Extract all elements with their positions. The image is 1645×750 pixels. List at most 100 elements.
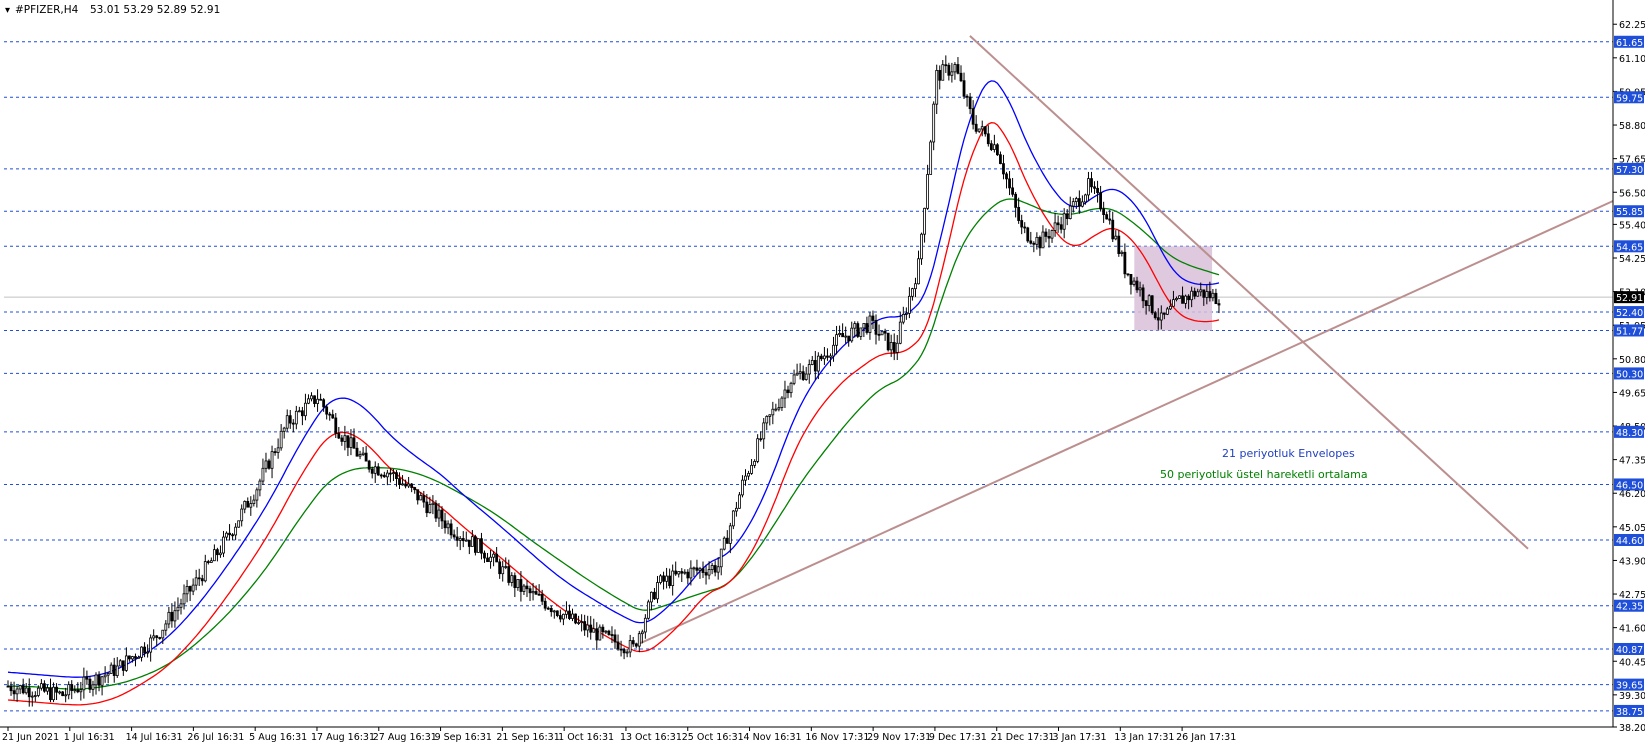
candle-body bbox=[492, 553, 496, 558]
candle-body bbox=[203, 561, 207, 582]
candle-body bbox=[21, 685, 25, 694]
x-tick-label: 21 Dec 17:31 bbox=[991, 732, 1055, 743]
candle-body bbox=[392, 472, 395, 475]
candle-body bbox=[55, 686, 58, 693]
x-tick-label: 25 Oct 16:31 bbox=[682, 732, 744, 743]
candle-body bbox=[1099, 192, 1102, 210]
candle-body bbox=[234, 526, 238, 536]
candle-body bbox=[929, 141, 933, 175]
candle-body bbox=[813, 359, 817, 372]
candle-body bbox=[516, 579, 520, 588]
candle-body bbox=[1141, 287, 1145, 302]
x-tick-label: 1 Jul 16:31 bbox=[64, 732, 115, 743]
candle-body bbox=[1038, 236, 1042, 249]
candle-body bbox=[164, 623, 168, 631]
candle-body bbox=[291, 422, 295, 425]
candle-body bbox=[61, 691, 65, 697]
candle-body bbox=[992, 144, 996, 150]
level-tag-label: 57.30 bbox=[1616, 165, 1643, 176]
candle-body bbox=[33, 695, 37, 697]
candle-body bbox=[996, 144, 999, 156]
candle-body bbox=[558, 615, 562, 620]
candle-body bbox=[149, 637, 153, 653]
candle-body bbox=[704, 572, 708, 576]
candle-body bbox=[1071, 201, 1075, 207]
candle-body bbox=[1005, 173, 1008, 180]
x-tick-label: 9 Sep 16:31 bbox=[435, 732, 492, 743]
candle-body bbox=[1129, 274, 1133, 285]
candle-body bbox=[540, 593, 544, 602]
candle-body bbox=[200, 578, 204, 582]
candle-body bbox=[1126, 273, 1130, 276]
candle-body bbox=[771, 408, 775, 416]
candle-body bbox=[270, 451, 274, 469]
candle-body bbox=[938, 69, 942, 81]
candle-body bbox=[953, 64, 957, 73]
candle-body bbox=[182, 593, 186, 605]
candle-body bbox=[1190, 290, 1194, 301]
candle-body bbox=[859, 327, 863, 337]
candle-body bbox=[1074, 198, 1078, 203]
price-chart[interactable]: 62.2561.1059.9558.8057.6556.5055.4054.25… bbox=[0, 0, 1645, 746]
candle-body bbox=[731, 510, 735, 527]
candle-body bbox=[1056, 222, 1060, 226]
candle-body bbox=[1153, 312, 1157, 319]
candle-body bbox=[671, 570, 675, 587]
level-tag-label: 40.87 bbox=[1616, 645, 1643, 656]
candle-body bbox=[1087, 178, 1090, 196]
candle-body bbox=[962, 80, 966, 97]
candle-body bbox=[249, 503, 253, 508]
candle-body bbox=[58, 691, 61, 694]
x-tick-label: 16 Nov 17:31 bbox=[805, 732, 869, 743]
candle-body bbox=[1108, 218, 1112, 221]
candle-body bbox=[310, 395, 313, 400]
candle-body bbox=[971, 108, 975, 125]
candle-body bbox=[589, 624, 593, 633]
candle-body bbox=[94, 674, 98, 686]
candle-body bbox=[316, 398, 319, 404]
candle-body bbox=[158, 637, 162, 639]
candle-body bbox=[352, 437, 356, 449]
candle-body bbox=[155, 635, 159, 638]
candle-body bbox=[898, 321, 902, 344]
candle-body bbox=[871, 315, 875, 321]
candle-body bbox=[640, 631, 644, 635]
candle-body bbox=[1184, 295, 1187, 304]
candle-body bbox=[24, 687, 28, 694]
candle-body bbox=[795, 372, 799, 376]
candle-body bbox=[240, 508, 244, 522]
y-tick-label: 55.40 bbox=[1619, 220, 1645, 231]
candle-body bbox=[989, 143, 993, 150]
candle-body bbox=[297, 410, 301, 413]
candle-body bbox=[510, 575, 514, 583]
level-tag-label: 38.75 bbox=[1616, 707, 1643, 718]
candle-body bbox=[1080, 201, 1084, 207]
candle-body bbox=[134, 656, 137, 659]
candle-body bbox=[911, 288, 914, 297]
x-tick-label: 26 Jul 16:31 bbox=[187, 732, 244, 743]
candle-body bbox=[1093, 186, 1096, 189]
candle-body bbox=[932, 103, 936, 143]
candle-body bbox=[832, 344, 835, 357]
candle-body bbox=[1102, 208, 1106, 215]
candle-body bbox=[786, 389, 790, 394]
candle-body bbox=[501, 566, 505, 575]
candle-body bbox=[64, 694, 68, 697]
candle-body bbox=[650, 591, 653, 603]
candle-body bbox=[1002, 163, 1005, 175]
candle-body bbox=[507, 566, 511, 583]
candle-body bbox=[428, 504, 432, 514]
candle-body bbox=[537, 593, 541, 596]
candle-body bbox=[716, 566, 720, 573]
candle-body bbox=[886, 332, 890, 351]
candle-body bbox=[631, 640, 635, 645]
candle-body bbox=[18, 685, 22, 690]
candle-body bbox=[847, 335, 851, 342]
candle-body bbox=[568, 610, 571, 619]
candle-body bbox=[868, 315, 872, 333]
candle-body bbox=[398, 478, 401, 485]
current-price-label: 52.91 bbox=[1616, 293, 1643, 304]
candle-body bbox=[983, 126, 987, 135]
candle-body bbox=[85, 676, 89, 680]
candle-body bbox=[1178, 295, 1181, 299]
